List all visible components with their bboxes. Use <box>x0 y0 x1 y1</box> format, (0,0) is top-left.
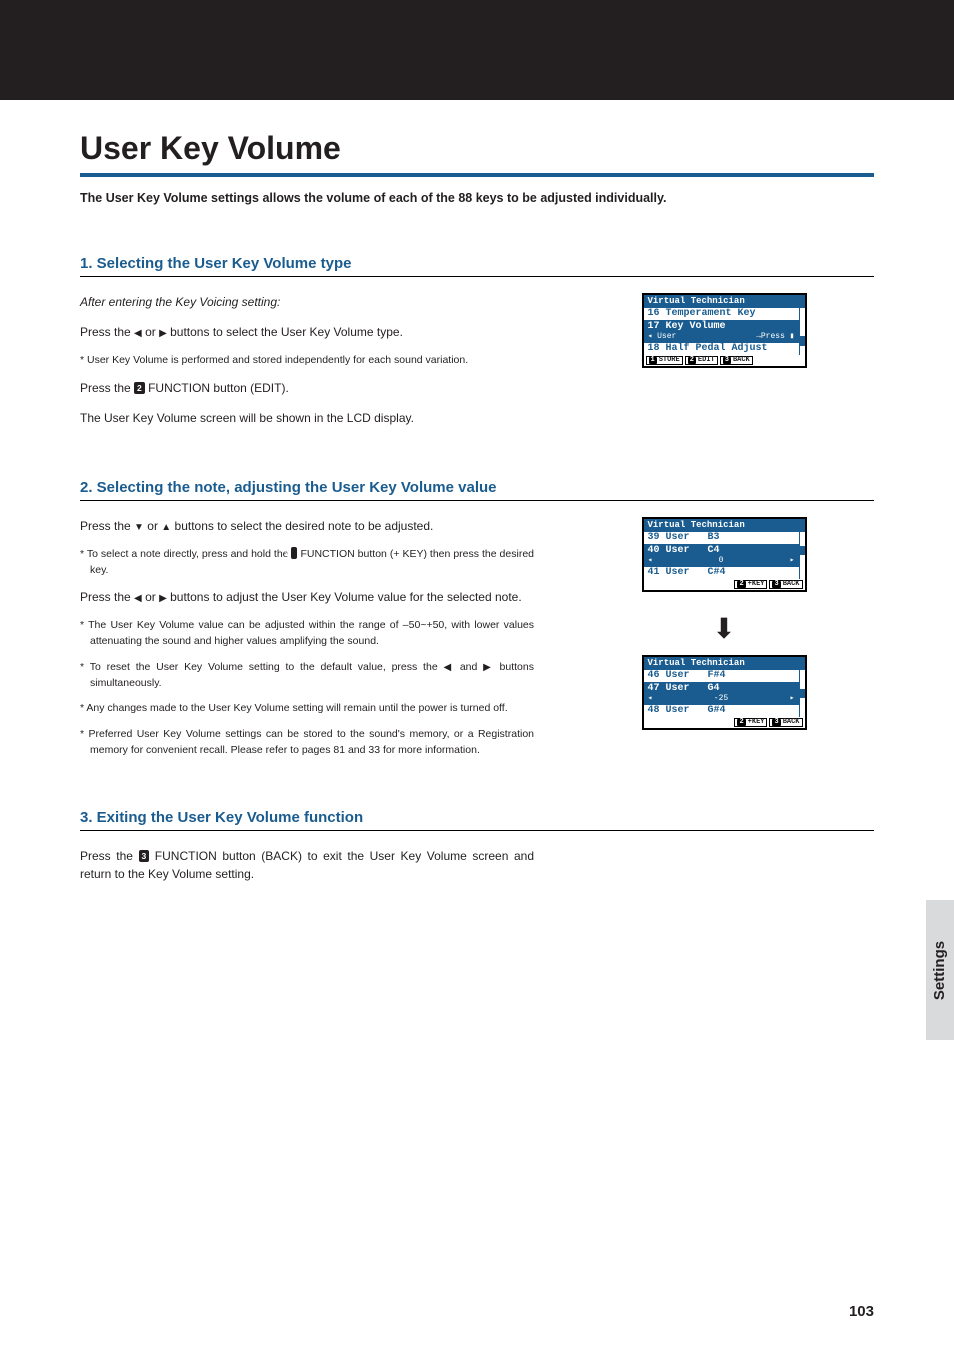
lcd3-btn-key: 2+KEY <box>734 718 767 727</box>
lcd1-scrollbar <box>799 308 805 355</box>
header-bar <box>0 0 954 100</box>
section-2-note3: * To reset the User Key Volume setting t… <box>80 660 534 692</box>
lcd2-row2: 40 User C4 <box>644 545 799 557</box>
section-1-columns: After entering the Key Voicing setting: … <box>80 293 874 439</box>
section-2-note4: * Any changes made to the User Key Volum… <box>80 701 534 717</box>
section-3-title: 3. Exiting the User Key Volume function <box>80 809 874 831</box>
lcd2-row1: 39 User B3 <box>644 532 799 545</box>
section-1-p2: Press the ◀ or ▶ buttons to select the U… <box>80 323 534 341</box>
lcd3-row3: 48 User G#4 <box>644 705 799 717</box>
lcd1-btn-store: 1STORE <box>646 356 683 365</box>
section-3-columns: Press the 3 FUNCTION button (BACK) to ex… <box>80 847 874 895</box>
section-1-text: After entering the Key Voicing setting: … <box>80 293 534 439</box>
right-arrow-icon: ▶ <box>159 328 167 339</box>
lcd1-sub: ◂ User→Press ▮ <box>644 333 799 343</box>
section-2-note2: * The User Key Volume value can be adjus… <box>80 618 534 650</box>
section-2-note5: * Preferred User Key Volume settings can… <box>80 727 534 759</box>
left-arrow-icon: ◀ <box>134 593 142 604</box>
lcd1-btn-edit: 2EDIT <box>685 356 718 365</box>
lcd-display-3: Virtual Technician 46 User F#4 47 User G… <box>642 655 807 730</box>
section-2-text: Press the ▼ or ▲ buttons to select the d… <box>80 517 534 769</box>
lcd1-title: Virtual Technician <box>644 295 805 308</box>
section-3-text: Press the 3 FUNCTION button (BACK) to ex… <box>80 847 534 895</box>
lcd2-scrollbar <box>799 532 805 579</box>
function-3-icon: 3 <box>139 850 150 862</box>
lcd1-footer: 1STORE 2EDIT 3BACK <box>644 355 805 366</box>
section-1-lead: After entering the Key Voicing setting: <box>80 295 280 309</box>
section-tab-label: Settings <box>932 940 949 999</box>
page-title: User Key Volume <box>80 130 874 177</box>
lcd3-scrollbar <box>799 670 805 717</box>
section-2-lcd-col: Virtual Technician 39 User B3 40 User C4… <box>574 517 874 769</box>
lcd2-btn-key: 2+KEY <box>734 580 767 589</box>
section-1-note1: * User Key Volume is performed and store… <box>80 353 534 369</box>
lcd-display-1: Virtual Technician 16 Temperament Key 17… <box>642 293 807 368</box>
lcd3-footer: 2+KEY 3BACK <box>644 717 805 728</box>
lcd3-row2: 47 User G4 <box>644 683 799 695</box>
section-1-lcd-col: Virtual Technician 16 Temperament Key 17… <box>574 293 874 439</box>
left-arrow-icon: ◀ <box>443 662 454 673</box>
lcd2-sub: ◂0▸ <box>644 557 799 567</box>
right-arrow-icon: ▶ <box>159 593 167 604</box>
left-arrow-icon: ◀ <box>134 328 142 339</box>
lcd-display-2: Virtual Technician 39 User B3 40 User C4… <box>642 517 807 592</box>
section-2-p2: Press the ◀ or ▶ buttons to adjust the U… <box>80 588 534 606</box>
lcd3-row1: 46 User F#4 <box>644 670 799 683</box>
lcd1-btn-back: 3BACK <box>720 356 753 365</box>
lcd2-footer: 2+KEY 3BACK <box>644 579 805 590</box>
right-arrow-icon: ▶ <box>483 662 494 673</box>
intro-text: The User Key Volume settings allows the … <box>80 191 874 205</box>
section-2-p1: Press the ▼ or ▲ buttons to select the d… <box>80 517 534 535</box>
page-number: 103 <box>849 1303 874 1320</box>
function-2-icon: 2 <box>134 382 145 394</box>
lcd3-title: Virtual Technician <box>644 657 805 670</box>
section-2-title: 2. Selecting the note, adjusting the Use… <box>80 479 874 501</box>
section-2-columns: Press the ▼ or ▲ buttons to select the d… <box>80 517 874 769</box>
section-1-title: 1. Selecting the User Key Volume type <box>80 255 874 277</box>
lcd2-title: Virtual Technician <box>644 519 805 532</box>
lcd3-sub: ◂-25▸ <box>644 695 799 705</box>
section-tab: Settings <box>926 900 954 1040</box>
section-1-p4: The User Key Volume screen will be shown… <box>80 409 534 427</box>
lcd2-btn-back: 3BACK <box>769 580 802 589</box>
lcd2-row3: 41 User C#4 <box>644 567 799 579</box>
lcd1-row1: 16 Temperament Key <box>644 308 799 321</box>
section-3-p1: Press the 3 FUNCTION button (BACK) to ex… <box>80 847 534 883</box>
section-2-note1: * To select a note directly, press and h… <box>80 547 534 579</box>
down-arrow-icon: ▼ <box>134 522 144 533</box>
page-content: User Key Volume The User Key Volume sett… <box>0 100 954 895</box>
section-1-p3: Press the 2 FUNCTION button (EDIT). <box>80 379 534 397</box>
lcd3-btn-back: 3BACK <box>769 718 802 727</box>
lcd1-row3: 18 Half Pedal Adjust <box>644 343 799 355</box>
transition-arrow-icon: ⬇ <box>712 612 735 645</box>
up-arrow-icon: ▲ <box>161 522 171 533</box>
